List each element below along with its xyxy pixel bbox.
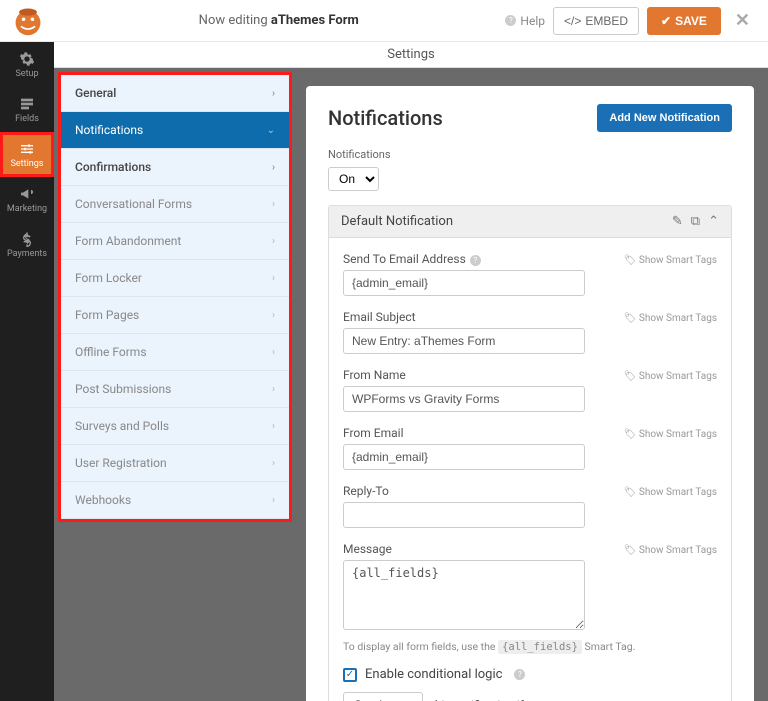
from-name-input[interactable]	[343, 386, 585, 412]
gear-icon	[19, 51, 35, 67]
conditional-checkbox[interactable]: ✓	[343, 668, 357, 682]
sidebar-item-offline[interactable]: Offline Forms›	[61, 334, 289, 371]
chevron-right-icon: ›	[272, 384, 275, 395]
sliders-icon	[19, 141, 35, 157]
chevron-right-icon: ›	[272, 310, 275, 321]
chevron-down-icon: ⌄	[267, 125, 275, 136]
notif-toggle-label: Notifications	[328, 148, 732, 161]
fields-icon	[19, 96, 35, 112]
cond-action-select[interactable]: Send	[343, 692, 423, 701]
copy-icon[interactable]: ⧉	[691, 214, 700, 229]
sidebar-item-general[interactable]: General›	[61, 75, 289, 112]
sidebar-item-abandonment[interactable]: Form Abandonment›	[61, 223, 289, 260]
rail-fields[interactable]: Fields	[0, 87, 54, 132]
chevron-right-icon: ›	[272, 199, 275, 210]
rail-payments[interactable]: $ Payments	[0, 222, 54, 267]
editing-title: Now editing aThemes Form	[56, 13, 501, 28]
rail-setup[interactable]: Setup	[0, 42, 54, 87]
edit-icon[interactable]: ✎	[672, 214, 683, 229]
chevron-right-icon: ›	[272, 273, 275, 284]
help-icon[interactable]: ?	[514, 669, 525, 680]
collapse-icon[interactable]: ⌃	[708, 214, 719, 229]
subject-label: Email Subject	[343, 310, 416, 324]
conditional-label: Enable conditional logic	[365, 667, 502, 682]
code-icon: </>	[564, 14, 581, 28]
dollar-icon: $	[19, 231, 35, 247]
message-label: Message	[343, 542, 392, 556]
chevron-right-icon: ›	[272, 458, 275, 469]
smart-tags-link[interactable]: 🏷 Show Smart Tags	[624, 429, 717, 440]
rail-marketing[interactable]: Marketing	[0, 177, 54, 222]
bullhorn-icon	[19, 186, 35, 202]
sidebar-item-conversational[interactable]: Conversational Forms›	[61, 186, 289, 223]
chevron-right-icon: ›	[272, 236, 275, 247]
settings-sidebar: General› Notifications⌄ Confirmations› C…	[58, 72, 292, 522]
wpforms-logo	[12, 5, 44, 37]
save-button[interactable]: ✔SAVE	[647, 7, 721, 35]
from-email-input[interactable]	[343, 444, 585, 470]
topbar: Now editing aThemes Form ?Help </>EMBED …	[0, 0, 768, 42]
sidebar-item-userreg[interactable]: User Registration›	[61, 445, 289, 482]
svg-text:$: $	[24, 233, 30, 246]
page-title: Notifications	[328, 106, 443, 130]
sidebar-item-locker[interactable]: Form Locker›	[61, 260, 289, 297]
subject-input[interactable]	[343, 328, 585, 354]
settings-header: Settings	[54, 42, 768, 68]
sidebar-item-webhooks[interactable]: Webhooks›	[61, 482, 289, 519]
sidebar-item-confirmations[interactable]: Confirmations›	[61, 149, 289, 186]
sidebar-item-post[interactable]: Post Submissions›	[61, 371, 289, 408]
sidebar-item-surveys[interactable]: Surveys and Polls›	[61, 408, 289, 445]
notification-block: Default Notification ✎ ⧉ ⌃ Send To Email…	[328, 205, 732, 701]
chevron-right-icon: ›	[272, 495, 275, 506]
chevron-right-icon: ›	[272, 421, 275, 432]
help-icon[interactable]: ?	[470, 255, 481, 266]
message-textarea[interactable]	[343, 560, 585, 630]
smart-tags-link[interactable]: 🏷 Show Smart Tags	[624, 371, 717, 382]
help-icon: ?	[505, 15, 516, 26]
smart-tags-link[interactable]: 🏷 Show Smart Tags	[624, 255, 717, 266]
smart-tags-link[interactable]: 🏷 Show Smart Tags	[624, 313, 717, 324]
embed-button[interactable]: </>EMBED	[553, 7, 639, 35]
sidebar-item-notifications[interactable]: Notifications⌄	[61, 112, 289, 149]
send-to-input[interactable]	[343, 270, 585, 296]
add-notification-button[interactable]: Add New Notification	[597, 104, 732, 132]
chevron-right-icon: ›	[272, 162, 275, 173]
chevron-right-icon: ›	[272, 347, 275, 358]
nav-rail: Setup Fields Settings Marketing $ Paymen…	[0, 42, 54, 701]
reply-to-label: Reply-To	[343, 484, 389, 498]
from-name-label: From Name	[343, 368, 406, 382]
from-email-label: From Email	[343, 426, 403, 440]
smart-tags-link[interactable]: 🏷 Show Smart Tags	[624, 487, 717, 498]
message-hint: To display all form fields, use the {all…	[343, 640, 717, 653]
notif-toggle-select[interactable]: On	[328, 167, 379, 191]
reply-to-input[interactable]	[343, 502, 585, 528]
send-to-label: Send To Email Address?	[343, 252, 481, 266]
builder-card: Notifications Add New Notification Notif…	[306, 86, 754, 701]
notif-block-title: Default Notification	[341, 214, 453, 229]
help-link[interactable]: ?Help	[501, 14, 545, 28]
chevron-right-icon: ›	[272, 88, 275, 99]
sidebar-item-pages[interactable]: Form Pages›	[61, 297, 289, 334]
close-button[interactable]: ✕	[729, 10, 756, 31]
rail-settings[interactable]: Settings	[0, 132, 54, 177]
smart-tags-link[interactable]: 🏷 Show Smart Tags	[624, 545, 717, 556]
check-icon: ✔	[661, 14, 671, 28]
